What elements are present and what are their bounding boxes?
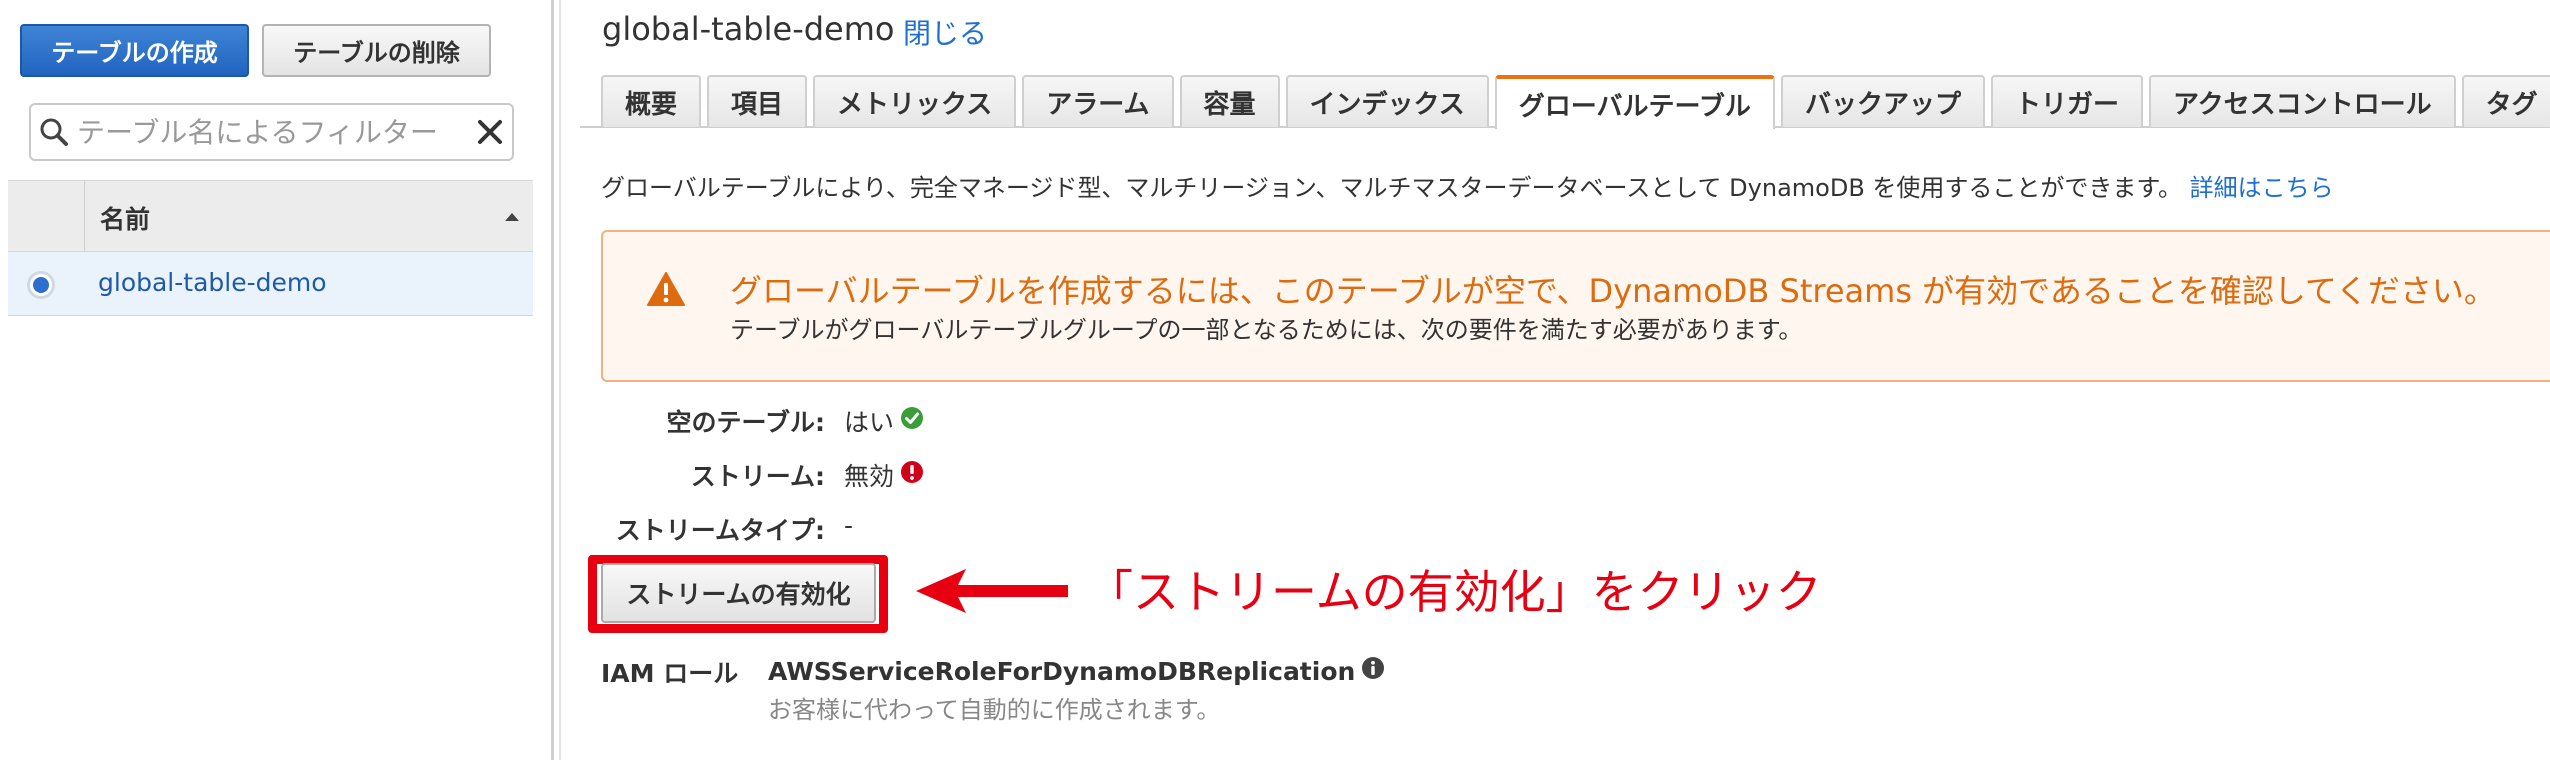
tab-global-tables[interactable]: グローバルテーブル — [1494, 75, 1775, 129]
alert-title: グローバルテーブルを作成するには、このテーブルが空で、DynamoDB Stre… — [730, 272, 2496, 310]
delete-table-button[interactable]: テーブルの削除 — [262, 24, 491, 77]
table-filter — [29, 103, 514, 161]
empty-table-label: 空のテーブル: — [666, 408, 826, 437]
column-header-name[interactable]: 名前 — [100, 200, 150, 236]
column-divider — [84, 181, 85, 251]
tab-items[interactable]: 項目 — [707, 75, 808, 127]
tab-capacity[interactable]: 容量 — [1179, 75, 1280, 127]
error-circle-icon — [900, 460, 924, 490]
tab-overview[interactable]: 概要 — [601, 75, 702, 127]
tab-metrics[interactable]: メトリックス — [813, 75, 1017, 127]
tab-backups[interactable]: バックアップ — [1780, 75, 1985, 127]
empty-table-value: はい — [844, 403, 924, 439]
stream-status: 無効 — [844, 462, 895, 491]
global-tables-description: グローバルテーブルにより、完全マネージド型、マルチリージョン、マルチマスターデー… — [601, 168, 2334, 203]
iam-role-note: お客様に代わって自動的に作成されます。 — [768, 696, 1221, 724]
callout-arrow-icon — [912, 566, 1072, 620]
tab-bar: 概要 項目 メトリックス アラーム 容量 インデックス グローバルテーブル バッ… — [601, 75, 2550, 129]
tab-triggers[interactable]: トリガー — [1990, 75, 2143, 127]
tab-alarms[interactable]: アラーム — [1022, 75, 1174, 127]
stream-type-label: ストリームタイプ: — [615, 516, 825, 545]
iam-role-value: AWSServiceRoleForDynamoDBReplication — [768, 656, 1385, 686]
learn-more-link[interactable]: 詳細はこちら — [2190, 174, 2334, 202]
callout-annotation: 「ストリームの有効化」をクリック — [1087, 565, 1822, 619]
enable-stream-button[interactable]: ストリームの有効化 — [601, 563, 876, 623]
create-table-button[interactable]: テーブルの作成 — [20, 24, 249, 77]
stream-type-value: - — [844, 511, 854, 540]
warning-icon — [647, 272, 685, 310]
table-list-header: 名前 — [8, 180, 533, 252]
iam-role-name: AWSServiceRoleForDynamoDBReplication — [768, 656, 1356, 686]
panel-divider-shadow — [559, 0, 561, 760]
table-filter-input[interactable] — [77, 105, 468, 159]
table-name-link[interactable]: global-table-demo — [98, 268, 327, 297]
tab-indexes[interactable]: インデックス — [1285, 75, 1489, 127]
requirements-alert: グローバルテーブルを作成するには、このテーブルが空で、DynamoDB Stre… — [601, 230, 2550, 382]
check-circle-icon — [900, 406, 924, 436]
tab-access-control[interactable]: アクセスコントロール — [2148, 75, 2456, 127]
info-icon[interactable] — [1361, 656, 1385, 686]
tab-tags[interactable]: タグ — [2461, 75, 2550, 127]
stream-value: 無効 — [844, 457, 924, 493]
page-title: global-table-demo — [602, 10, 895, 48]
table-row[interactable]: global-table-demo — [8, 252, 533, 316]
empty-table-status: はい — [844, 408, 895, 437]
search-icon — [31, 117, 77, 147]
iam-role-label: IAM ロール — [601, 659, 739, 688]
sort-ascending-icon[interactable] — [505, 213, 519, 221]
description-text: グローバルテーブルにより、完全マネージド型、マルチリージョン、マルチマスターデー… — [601, 174, 2183, 202]
clear-filter-icon[interactable] — [468, 119, 512, 145]
row-radio-selected[interactable] — [27, 271, 55, 299]
close-link[interactable]: 閉じる — [903, 12, 987, 52]
table-list-panel: テーブルの作成 テーブルの削除 名前 global-table-demo — [0, 0, 545, 760]
panel-divider[interactable] — [551, 0, 554, 760]
stream-label: ストリーム: — [690, 462, 825, 491]
dynamodb-console: テーブルの作成 テーブルの削除 名前 global-table-demo glo… — [0, 0, 2550, 760]
alert-subtitle: テーブルがグローバルテーブルグループの一部となるためには、次の要件を満たす必要が… — [730, 316, 1803, 344]
